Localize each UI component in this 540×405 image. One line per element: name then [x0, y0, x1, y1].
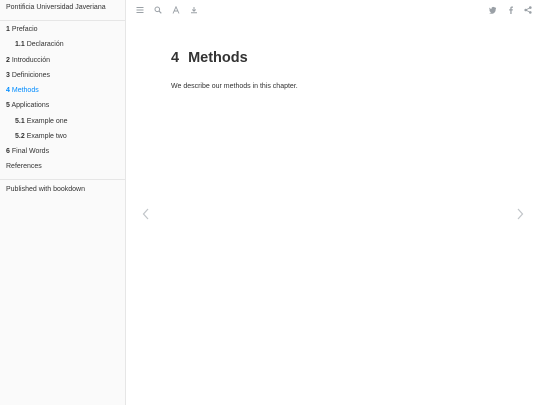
book-header: [127, 0, 540, 20]
toc-item-final-words[interactable]: 6 Final Words: [0, 143, 125, 158]
chapter-title-text: Methods: [188, 50, 248, 66]
toc-item-introduccion[interactable]: 2 Introducción: [0, 52, 125, 67]
toc-item-definiciones[interactable]: 3 Definiciones: [0, 67, 125, 82]
toc-item-number: 6: [6, 148, 10, 155]
toc-item-methods[interactable]: 4 Methods: [0, 82, 125, 97]
share-icon[interactable]: [524, 6, 532, 14]
toc-item-label: References: [6, 163, 42, 171]
site-title[interactable]: Pontificia Universidad Javeriana: [0, 0, 125, 21]
toc-item-number: 5.1: [15, 117, 25, 125]
toc-item-label: Definiciones: [11, 71, 50, 79]
toc-item-applications[interactable]: 5 Applications: [0, 97, 125, 112]
toc-item-number: 3: [6, 71, 10, 79]
edit-icon[interactable]: [190, 6, 198, 14]
font-settings-icon[interactable]: [172, 6, 180, 14]
toc-item-number: 5: [6, 102, 10, 110]
toc-item-declaracion[interactable]: 1.1 Declaración: [0, 36, 125, 51]
toc-item-references[interactable]: References: [0, 158, 125, 173]
toc-item-label: Final Words: [11, 148, 50, 155]
toc-item-label: Methods: [11, 87, 39, 94]
toc-item-number: 5.2: [15, 132, 25, 140]
search-icon[interactable]: [154, 6, 162, 14]
menu-icon[interactable]: [136, 6, 144, 14]
previous-page-arrow-icon[interactable]: [141, 207, 151, 221]
chapter-title: 4 Methods: [171, 50, 248, 66]
toc-item-number: 4: [6, 87, 10, 94]
sidebar: Pontificia Universidad Javeriana 1 Prefa…: [0, 0, 126, 405]
toc-item-number: 2: [6, 56, 10, 64]
toc-item-label: Prefacio: [11, 26, 38, 33]
main-content: 4 Methods We describe our methods in this…: [127, 20, 540, 405]
toc-item-prefacio[interactable]: 1 Prefacio: [0, 21, 125, 36]
toc-item-number: 1.1: [15, 41, 25, 49]
toc-item-example-two[interactable]: 5.2 Example two: [0, 128, 125, 143]
published-with-bookdown-link[interactable]: Published with bookdown: [0, 180, 125, 200]
book-page: Pontificia Universidad Javeriana 1 Prefa…: [0, 0, 540, 405]
toc-item-number: 1: [6, 26, 10, 33]
next-page-arrow-icon[interactable]: [515, 207, 525, 221]
toc-item-label: Declaración: [26, 41, 64, 49]
twitter-icon[interactable]: [489, 6, 497, 14]
toc-item-label: Applications: [11, 102, 50, 110]
toc-item-label: Example one: [26, 117, 68, 125]
chapter-number: 4: [171, 50, 180, 66]
toc-item-example-one[interactable]: 5.1 Example one: [0, 113, 125, 128]
toc-item-label: Example two: [26, 132, 67, 140]
chapter-paragraph: We describe our methods in this chapter.: [171, 83, 298, 90]
toc-item-label: Introducción: [11, 56, 50, 64]
table-of-contents: 1 Prefacio 1.1 Declaración 2 Introducció…: [0, 21, 125, 174]
facebook-icon[interactable]: [507, 6, 515, 14]
